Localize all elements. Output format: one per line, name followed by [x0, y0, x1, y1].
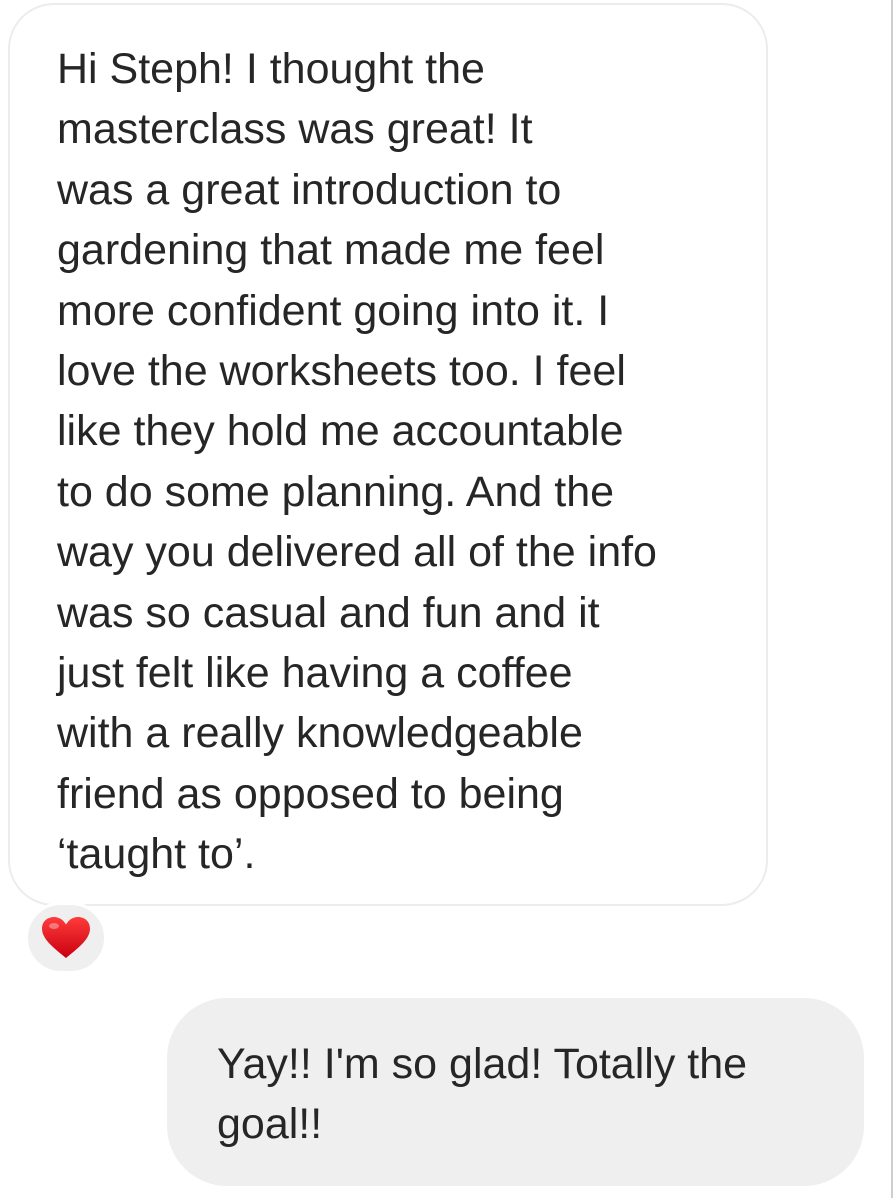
message-reaction[interactable] [25, 902, 107, 974]
sent-message-bubble[interactable]: Yay!! I'm so glad! Totally the goal!! [167, 998, 864, 1186]
message-thread: Hi Steph! I thought the masterclass was … [0, 0, 893, 1198]
received-message-bubble[interactable]: Hi Steph! I thought the masterclass was … [8, 3, 768, 906]
received-message-text: Hi Steph! I thought the masterclass was … [57, 45, 657, 879]
heart-icon [42, 917, 90, 958]
sent-message-text: Yay!! I'm so glad! Totally the goal!! [217, 1040, 748, 1149]
